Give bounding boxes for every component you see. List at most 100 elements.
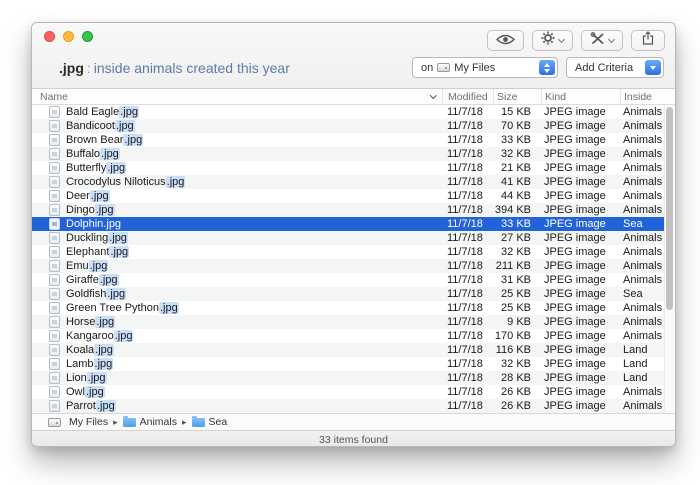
column-header-size[interactable]: Size <box>493 89 541 104</box>
size-cell: 21 KB <box>493 161 541 175</box>
close-button[interactable] <box>44 31 55 42</box>
table-body: Bald Eagle.jpg11/7/1815 KBJPEG imageAnim… <box>32 105 675 413</box>
jpeg-file-icon <box>49 190 60 202</box>
chevron-down-icon <box>558 35 565 42</box>
kind-cell: JPEG image <box>541 161 620 175</box>
scrollbar-track[interactable] <box>664 105 675 413</box>
file-extension-match: .jpg <box>90 190 110 202</box>
file-name-cell: Emu.jpg <box>32 259 442 273</box>
search-title: .jpg:inside animals created this year <box>59 60 290 76</box>
table-row[interactable]: Dingo.jpg11/7/18394 KBJPEG imageAnimals <box>32 203 675 217</box>
file-extension-match: .jpg <box>94 344 114 356</box>
file-name-text: Deer <box>66 190 90 202</box>
file-name-text: Crocodylus Niloticus <box>66 176 166 188</box>
file-name-text: Green Tree Python <box>66 302 159 314</box>
modified-cell: 11/7/18 <box>442 287 493 301</box>
search-location-popup[interactable]: on My Files <box>412 57 558 78</box>
table-row[interactable]: Brown Bear.jpg11/7/1833 KBJPEG imageAnim… <box>32 133 675 147</box>
table-row[interactable]: Bald Eagle.jpg11/7/1815 KBJPEG imageAnim… <box>32 105 675 119</box>
table-row[interactable]: Parrot.jpg11/7/1826 KBJPEG imageAnimals <box>32 399 675 413</box>
column-header-kind[interactable]: Kind <box>541 89 620 104</box>
file-name-cell: Kangaroo.jpg <box>32 329 442 343</box>
scrollbar-thumb[interactable] <box>666 107 673 310</box>
minimize-button[interactable] <box>63 31 74 42</box>
search-query-token: .jpg <box>59 60 84 76</box>
titlebar[interactable] <box>32 23 675 53</box>
share-button[interactable] <box>631 30 665 51</box>
kind-cell: JPEG image <box>541 105 620 119</box>
table-row[interactable]: Green Tree Python.jpg11/7/1825 KBJPEG im… <box>32 301 675 315</box>
table-row[interactable]: Butterfly.jpg11/7/1821 KBJPEG imageAnima… <box>32 161 675 175</box>
breadcrumb-separator: ▸ <box>113 417 118 428</box>
file-name-cell: Deer.jpg <box>32 189 442 203</box>
file-name-text: Buffalo <box>66 148 100 160</box>
file-name-text: Parrot <box>66 400 96 412</box>
column-header-label: Inside <box>624 91 652 103</box>
breadcrumb-item[interactable]: My Files <box>44 416 108 428</box>
traffic-lights <box>44 31 93 42</box>
add-criteria-popup[interactable]: Add Criteria <box>566 57 664 78</box>
modified-cell: 11/7/18 <box>442 203 493 217</box>
kind-cell: JPEG image <box>541 231 620 245</box>
size-cell: 33 KB <box>493 133 541 147</box>
size-cell: 9 KB <box>493 315 541 329</box>
table-row[interactable]: Kangaroo.jpg11/7/18170 KBJPEG imageAnima… <box>32 329 675 343</box>
location-volume-label: My Files <box>454 62 495 74</box>
table-row[interactable]: Buffalo.jpg11/7/1832 KBJPEG imageAnimals <box>32 147 675 161</box>
column-header-modified[interactable]: Modified <box>442 89 493 104</box>
column-header-name[interactable]: Name <box>32 89 442 104</box>
file-name-text: Duckling <box>66 232 108 244</box>
folder-icon <box>192 418 205 427</box>
modified-cell: 11/7/18 <box>442 329 493 343</box>
kind-cell: JPEG image <box>541 217 620 231</box>
table-row[interactable]: Deer.jpg11/7/1844 KBJPEG imageAnimals <box>32 189 675 203</box>
table-row[interactable]: Dolphin.jpg11/7/1833 KBJPEG imageSea <box>32 217 675 231</box>
tools-menu-button[interactable] <box>581 30 623 51</box>
size-cell: 15 KB <box>493 105 541 119</box>
breadcrumb-label: My Files <box>69 416 108 428</box>
folder-icon <box>123 418 136 427</box>
table-row[interactable]: Lion.jpg11/7/1828 KBJPEG imageLand <box>32 371 675 385</box>
table-row[interactable]: Lamb.jpg11/7/1832 KBJPEG imageLand <box>32 357 675 371</box>
table-row[interactable]: Owl.jpg11/7/1826 KBJPEG imageAnimals <box>32 385 675 399</box>
table-row[interactable]: Elephant.jpg11/7/1832 KBJPEG imageAnimal… <box>32 245 675 259</box>
file-name-text: Lion <box>66 372 87 384</box>
file-extension-match: .jpg <box>123 134 143 146</box>
file-name-text: Elephant <box>66 246 109 258</box>
column-header-label: Modified <box>448 91 488 103</box>
popup-dropdown-icon <box>645 60 661 75</box>
size-cell: 28 KB <box>493 371 541 385</box>
file-name-text: Lamb <box>66 358 94 370</box>
file-extension-match: .jpg <box>85 386 105 398</box>
action-menu-button[interactable] <box>532 30 573 51</box>
table-row[interactable]: Koala.jpg11/7/18116 KBJPEG imageLand <box>32 343 675 357</box>
modified-cell: 11/7/18 <box>442 385 493 399</box>
table-row[interactable]: Giraffe.jpg11/7/1831 KBJPEG imageAnimals <box>32 273 675 287</box>
column-header-inside[interactable]: Inside <box>620 89 675 104</box>
breadcrumb-label: Sea <box>209 416 228 428</box>
file-name-text: Owl <box>66 386 85 398</box>
size-cell: 41 KB <box>493 175 541 189</box>
table-row[interactable]: Emu.jpg11/7/18211 KBJPEG imageAnimals <box>32 259 675 273</box>
table-row[interactable]: Duckling.jpg11/7/1827 KBJPEG imageAnimal… <box>32 231 675 245</box>
gear-icon <box>541 31 555 50</box>
table-row[interactable]: Bandicoot.jpg11/7/1870 KBJPEG imageAnima… <box>32 119 675 133</box>
modified-cell: 11/7/18 <box>442 245 493 259</box>
size-cell: 170 KB <box>493 329 541 343</box>
quick-look-button[interactable] <box>487 30 524 51</box>
modified-cell: 11/7/18 <box>442 231 493 245</box>
kind-cell: JPEG image <box>541 147 620 161</box>
table-row[interactable]: Crocodylus Niloticus.jpg11/7/1841 KBJPEG… <box>32 175 675 189</box>
file-extension-match: .jpg <box>159 302 179 314</box>
file-name-cell: Dingo.jpg <box>32 203 442 217</box>
breadcrumb-item[interactable]: Sea <box>192 416 228 428</box>
table-row[interactable]: Horse.jpg11/7/189 KBJPEG imageAnimals <box>32 315 675 329</box>
path-bar: My Files▸Animals▸Sea <box>32 413 675 430</box>
zoom-button[interactable] <box>82 31 93 42</box>
kind-cell: JPEG image <box>541 245 620 259</box>
jpeg-file-icon <box>49 232 60 244</box>
breadcrumb-item[interactable]: Animals <box>123 416 177 428</box>
file-name-text: Horse <box>66 316 95 328</box>
table-row[interactable]: Goldfish.jpg11/7/1825 KBJPEG imageSea <box>32 287 675 301</box>
jpeg-file-icon <box>49 358 60 370</box>
